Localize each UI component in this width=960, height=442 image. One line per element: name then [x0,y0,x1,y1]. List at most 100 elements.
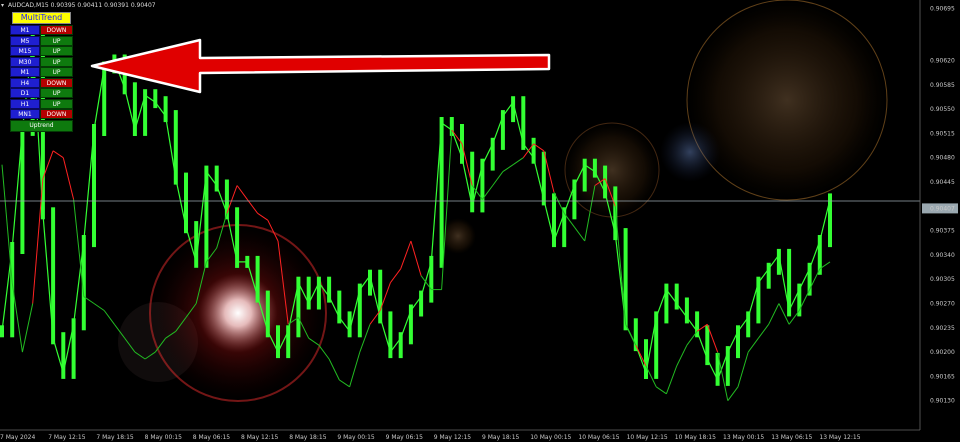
price-axis: 0.90695 0.90620 0.90585 0.90550 0.90515 0.904… [919,0,958,430]
trend-line-segment [727,386,739,401]
trend-direction: UP [40,46,73,56]
timeframe-label: M1 [10,67,40,77]
annotation-arrow [90,38,551,94]
trend-line-segment [686,331,698,346]
trend-direction: UP [40,35,73,46]
trend-line-segment [62,157,75,200]
price-bar [470,151,475,213]
timeframe-row: M15 UP [10,46,73,56]
trend-line-segment [768,303,780,325]
price-bar [235,207,240,268]
timeframe-label: H1 [10,98,40,109]
time-tick-label: 7 May 12:15 [48,434,86,441]
price-tick-label: 0.90235 [930,325,955,332]
trend-line-segment [339,379,350,388]
time-tick-label: 13 May 06:15 [771,434,812,441]
price-tick-label: 0.90165 [930,373,955,380]
time-tick-label: 7 May 2024 [0,434,35,441]
flare-ring-orange [564,122,660,218]
price-tick-label: 0.90585 [930,82,955,89]
trend-line-segment [676,344,688,367]
time-tick-label: 10 May 06:15 [578,434,619,441]
trend-direction: UP [40,88,73,98]
trend-line-segment [502,164,514,173]
timeframe-row: M1 DOWN [10,25,73,35]
price-bar [184,172,188,234]
trend-direction: UP [40,67,73,77]
chart-menu-icon[interactable]: ▾ [1,2,4,9]
time-tick-label: 8 May 06:15 [193,434,231,441]
time-tick-label: 9 May 18:15 [482,434,520,441]
time-tick-label: 13 May 00:15 [723,434,764,441]
timeframe-label: H4 [10,77,40,88]
price-tick-label: 0.90375 [930,228,955,235]
flare-glow-large [686,0,888,201]
trend-line-segment [32,178,44,304]
time-tick-label: 13 May 12:15 [819,434,860,441]
timeframe-row: M1 UP [10,67,73,77]
trend-line-segment [757,324,770,339]
flare-glow-blue [660,122,720,182]
time-tick-label: 10 May 00:15 [530,434,571,441]
trend-line-segment [328,358,340,381]
timeframe-label: M1 [10,25,40,35]
timeframe-row: H4 DOWN [10,77,73,88]
price-tick-label: 0.90445 [930,179,955,186]
multitrend-panel: MultiTrend M1 DOWN M5 UP M15 UP M30 UP M1 UP H4 DOW… [10,12,73,132]
price-bar [71,318,76,379]
price-tick-label: 0.90340 [930,252,955,259]
price-bar [654,311,659,379]
trend-line-segment [21,303,34,353]
price-chart: 0.90695 0.90620 0.90585 0.90550 0.90515 0.904… [0,0,958,441]
timeframe-row: MN1 DOWN [10,109,73,119]
trend-direction: UP [40,56,73,67]
timeframe-label: M15 [10,46,40,56]
price-tick-label: 0.90305 [930,276,955,283]
price-tick-label: 0.90480 [930,155,955,162]
trend-line-segment [349,351,361,387]
timeframe-label: M30 [10,56,40,67]
panel-title: MultiTrend [12,12,71,24]
trend-line-segment [318,344,330,360]
time-tick-label: 9 May 12:15 [434,434,472,441]
trend-direction: DOWN [40,109,73,119]
time-tick-label: 7 May 18:15 [96,434,134,441]
price-tick-label: 0.90515 [930,130,955,137]
price-tick-label: 0.90200 [930,349,955,356]
trend-line-segment [389,268,402,283]
trend-line-segment [236,185,248,200]
timeframe-label: D1 [10,88,40,98]
trend-direction: DOWN [40,25,73,35]
time-tick-label: 9 May 06:15 [386,434,424,441]
trend-direction: DOWN [40,77,73,88]
time-tick-label: 9 May 00:15 [337,434,375,441]
trend-line-segment [655,386,667,395]
time-tick-label: 10 May 18:15 [675,434,716,441]
price-tick-label: 0.90130 [930,398,955,405]
trend-line-segment [52,150,64,159]
time-tick-label: 8 May 18:15 [289,434,327,441]
time-axis: 7 May 2024 7 May 12:15 7 May 18:15 8 May 00… [0,429,920,441]
time-tick-label: 10 May 12:15 [627,434,668,441]
trend-line-segment [246,199,259,214]
time-tick-label: 8 May 12:15 [241,434,279,441]
timeframe-row: M30 UP [10,56,73,67]
trend-direction: UP [40,98,73,109]
timeframe-row: H1 UP [10,98,73,109]
trend-line-segment [492,171,504,186]
trend-line-segment [93,303,105,311]
trend-line-segment [512,157,524,166]
trend-line-segment [103,310,115,325]
trend-line-segment [1,164,13,283]
timeframe-label: M5 [10,35,40,46]
symbol-info-line: AUDCAD,M15 0.90395 0.90411 0.90391 0.904… [8,2,156,9]
trend-line-segment [257,212,269,221]
price-bar [153,89,158,109]
price-tick-label: 0.90620 [930,58,955,65]
trend-line-segment [747,337,759,353]
time-tick-label: 8 May 00:15 [145,434,183,441]
trend-line-segment [573,226,586,242]
trend-summary: Uptrend [10,120,73,132]
timeframe-label: MN1 [10,109,40,119]
trend-line-segment [400,240,412,269]
